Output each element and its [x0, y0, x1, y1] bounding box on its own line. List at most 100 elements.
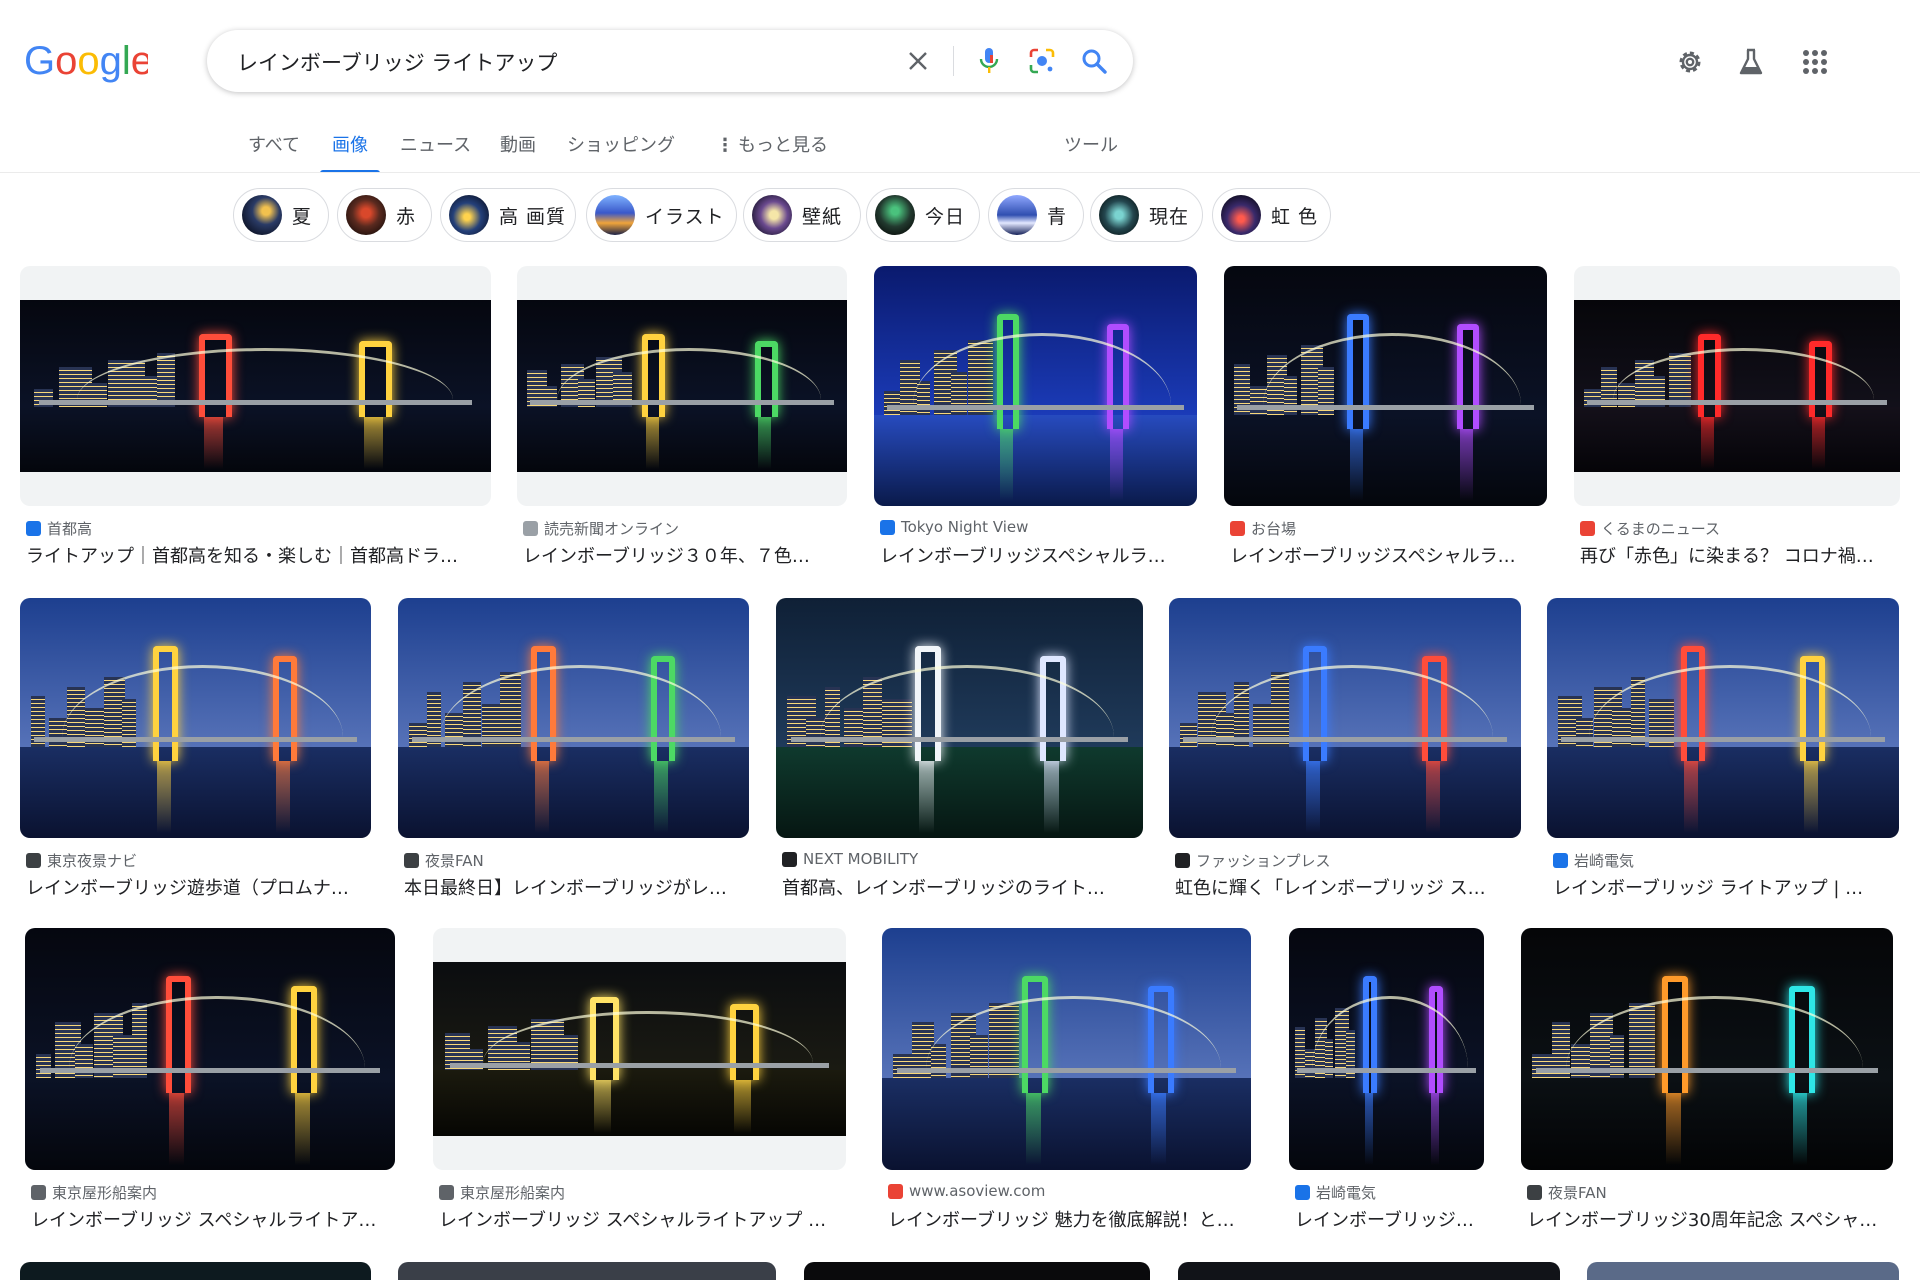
- result-title[interactable]: ライトアップ｜首都高を知る・楽しむ｜首都高ドラ…: [26, 542, 485, 568]
- filter-chip[interactable]: イラスト: [586, 188, 737, 242]
- result-title[interactable]: 首都高、レインボーブリッジのライト…: [782, 874, 1137, 900]
- result-title[interactable]: レインボーブリッジ３０年、７色…: [523, 542, 841, 568]
- result-title[interactable]: レインボーブリッジ 魅力を徹底解説！と…: [888, 1206, 1245, 1232]
- water-reflection: [534, 761, 549, 834]
- result-thumbnail[interactable]: [1574, 266, 1900, 506]
- result-thumbnail[interactable]: [776, 598, 1143, 838]
- result-thumbnail[interactable]: [874, 266, 1197, 506]
- result-title[interactable]: レインボーブリッジ …: [1295, 1206, 1478, 1232]
- filter-chip[interactable]: 壁紙: [743, 188, 861, 242]
- result-thumbnail-partial[interactable]: [1587, 1262, 1899, 1280]
- result-source[interactable]: 東京屋形船案内: [31, 1182, 157, 1203]
- image-result[interactable]: 夜景FAN 本日最終日】レインボーブリッジがレ…: [398, 598, 749, 904]
- water-reflection: [1306, 761, 1321, 834]
- result-thumbnail[interactable]: [882, 928, 1251, 1170]
- filter-chip[interactable]: 青: [988, 188, 1084, 242]
- result-thumbnail[interactable]: [1547, 598, 1899, 838]
- filter-chip[interactable]: 現在: [1090, 188, 1203, 242]
- result-thumbnail[interactable]: [20, 266, 491, 506]
- image-result[interactable]: 首都高ライトアップ｜首都高を知る・楽しむ｜首都高ドラ…: [20, 266, 491, 572]
- result-thumbnail[interactable]: [1224, 266, 1547, 506]
- result-image: [1289, 928, 1484, 1170]
- bridge-night-scene: [1574, 299, 1900, 473]
- filter-chip[interactable]: 赤: [337, 188, 432, 242]
- result-source[interactable]: 読売新聞オンライン: [523, 518, 679, 539]
- tab-images[interactable]: 画像: [320, 131, 380, 173]
- result-thumbnail[interactable]: [1289, 928, 1484, 1170]
- result-source[interactable]: 首都高: [26, 518, 92, 539]
- result-thumbnail[interactable]: [517, 266, 847, 506]
- tab-more[interactable]: ⋮ もっと見る: [716, 131, 828, 173]
- image-result[interactable]: 東京屋形船案内レインボーブリッジ スペシャルライトアップ …: [433, 928, 846, 1236]
- result-title[interactable]: 虹色に輝く「レインボーブリッジ ス…: [1175, 874, 1515, 900]
- image-result[interactable]: www.asoview.com レインボーブリッジ 魅力を徹底解説！と…: [882, 928, 1251, 1236]
- result-source[interactable]: Tokyo Night View: [880, 518, 1028, 536]
- result-thumbnail[interactable]: [398, 598, 749, 838]
- tab-news[interactable]: ニュース: [400, 131, 471, 173]
- gear-icon[interactable]: [1674, 46, 1706, 78]
- apps-grid-icon[interactable]: [1799, 46, 1831, 78]
- filter-chip[interactable]: 今日: [866, 188, 980, 242]
- result-thumbnail-partial[interactable]: [804, 1262, 1150, 1280]
- result-source[interactable]: お台場: [1230, 518, 1296, 539]
- result-source[interactable]: 岩崎電気: [1553, 850, 1634, 871]
- filter-chip[interactable]: 虹 色: [1212, 188, 1331, 242]
- clear-icon[interactable]: [903, 46, 933, 76]
- result-source[interactable]: NEXT MOBILITY: [782, 850, 918, 868]
- result-title[interactable]: レインボーブリッジ30周年記念 スペシャ…: [1527, 1206, 1887, 1232]
- result-source[interactable]: ファッションプレス: [1175, 850, 1331, 871]
- search-box[interactable]: レインボーブリッジ ライトアップ: [207, 30, 1133, 92]
- result-thumbnail[interactable]: [25, 928, 395, 1170]
- image-result[interactable]: 夜景FAN レインボーブリッジ30周年記念 スペシャ…: [1521, 928, 1893, 1236]
- result-source[interactable]: 東京屋形船案内: [439, 1182, 565, 1203]
- google-logo[interactable]: Google: [24, 36, 153, 84]
- result-source[interactable]: 岩崎電気: [1295, 1182, 1376, 1203]
- svg-text:Google: Google: [24, 39, 148, 83]
- source-name: 夜景FAN: [1548, 1184, 1607, 1202]
- tab-videos[interactable]: 動画: [500, 131, 536, 173]
- site-favicon-icon: [1553, 853, 1568, 868]
- image-result[interactable]: ファッションプレス虹色に輝く「レインボーブリッジ ス…: [1169, 598, 1521, 904]
- image-result[interactable]: くるまのニュース再び「赤色」に染まる？ コロナ禍…: [1574, 266, 1900, 572]
- result-title[interactable]: レインボーブリッジ スペシャルライトアップ …: [439, 1206, 840, 1232]
- image-result[interactable]: 東京夜景ナビレインボーブリッジ遊歩道（プロムナ…: [20, 598, 371, 904]
- result-thumbnail-partial[interactable]: [1178, 1262, 1560, 1280]
- result-title[interactable]: レインボーブリッジ スペシャルライトア…: [31, 1206, 389, 1232]
- result-thumbnail[interactable]: [433, 928, 846, 1170]
- image-result[interactable]: 岩崎電気レインボーブリッジ …: [1289, 928, 1484, 1236]
- result-source[interactable]: 東京夜景ナビ: [26, 850, 137, 871]
- tab-shopping[interactable]: ショッピング: [567, 131, 675, 173]
- filter-chip[interactable]: 夏: [233, 188, 329, 242]
- search-input[interactable]: レインボーブリッジ ライトアップ: [237, 47, 557, 77]
- result-image: [517, 299, 847, 473]
- image-result[interactable]: Tokyo Night View レインボーブリッジスペシャルラ…: [874, 266, 1197, 572]
- image-result[interactable]: 読売新聞オンラインレインボーブリッジ３０年、７色…: [517, 266, 847, 572]
- tab-tools[interactable]: ツール: [1064, 131, 1118, 173]
- result-thumbnail-partial[interactable]: [398, 1262, 776, 1280]
- result-title[interactable]: レインボーブリッジ ライトアップ | …: [1553, 874, 1893, 900]
- tab-all[interactable]: すべて: [248, 131, 300, 173]
- result-title[interactable]: 本日最終日】レインボーブリッジがレ…: [404, 874, 743, 900]
- result-source[interactable]: くるまのニュース: [1580, 518, 1720, 539]
- result-thumbnail-partial[interactable]: [20, 1262, 371, 1280]
- microphone-icon[interactable]: [974, 46, 1004, 76]
- result-source[interactable]: 夜景FAN: [1527, 1182, 1607, 1203]
- result-source[interactable]: 夜景FAN: [404, 850, 484, 871]
- result-title[interactable]: レインボーブリッジ遊歩道（プロムナ…: [26, 874, 365, 900]
- image-result[interactable]: お台場レインボーブリッジスペシャルラ…: [1224, 266, 1547, 572]
- result-thumbnail[interactable]: [1521, 928, 1893, 1170]
- result-thumbnail[interactable]: [1169, 598, 1521, 838]
- result-title[interactable]: レインボーブリッジスペシャルラ…: [880, 542, 1191, 568]
- filter-chip[interactable]: 高 画質: [440, 188, 576, 242]
- search-icon[interactable]: [1079, 46, 1109, 76]
- camera-lens-icon[interactable]: [1027, 46, 1057, 76]
- labs-flask-icon[interactable]: [1735, 46, 1767, 78]
- image-result[interactable]: NEXT MOBILITY 首都高、レインボーブリッジのライト…: [776, 598, 1143, 904]
- result-title[interactable]: レインボーブリッジスペシャルラ…: [1230, 542, 1541, 568]
- result-title[interactable]: 再び「赤色」に染まる？ コロナ禍…: [1580, 542, 1894, 568]
- result-source[interactable]: www.asoview.com: [888, 1182, 1045, 1200]
- image-result[interactable]: 岩崎電気レインボーブリッジ ライトアップ | …: [1547, 598, 1899, 904]
- image-result[interactable]: 東京屋形船案内レインボーブリッジ スペシャルライトア…: [25, 928, 395, 1236]
- scene-water: [1169, 746, 1521, 838]
- result-thumbnail[interactable]: [20, 598, 371, 838]
